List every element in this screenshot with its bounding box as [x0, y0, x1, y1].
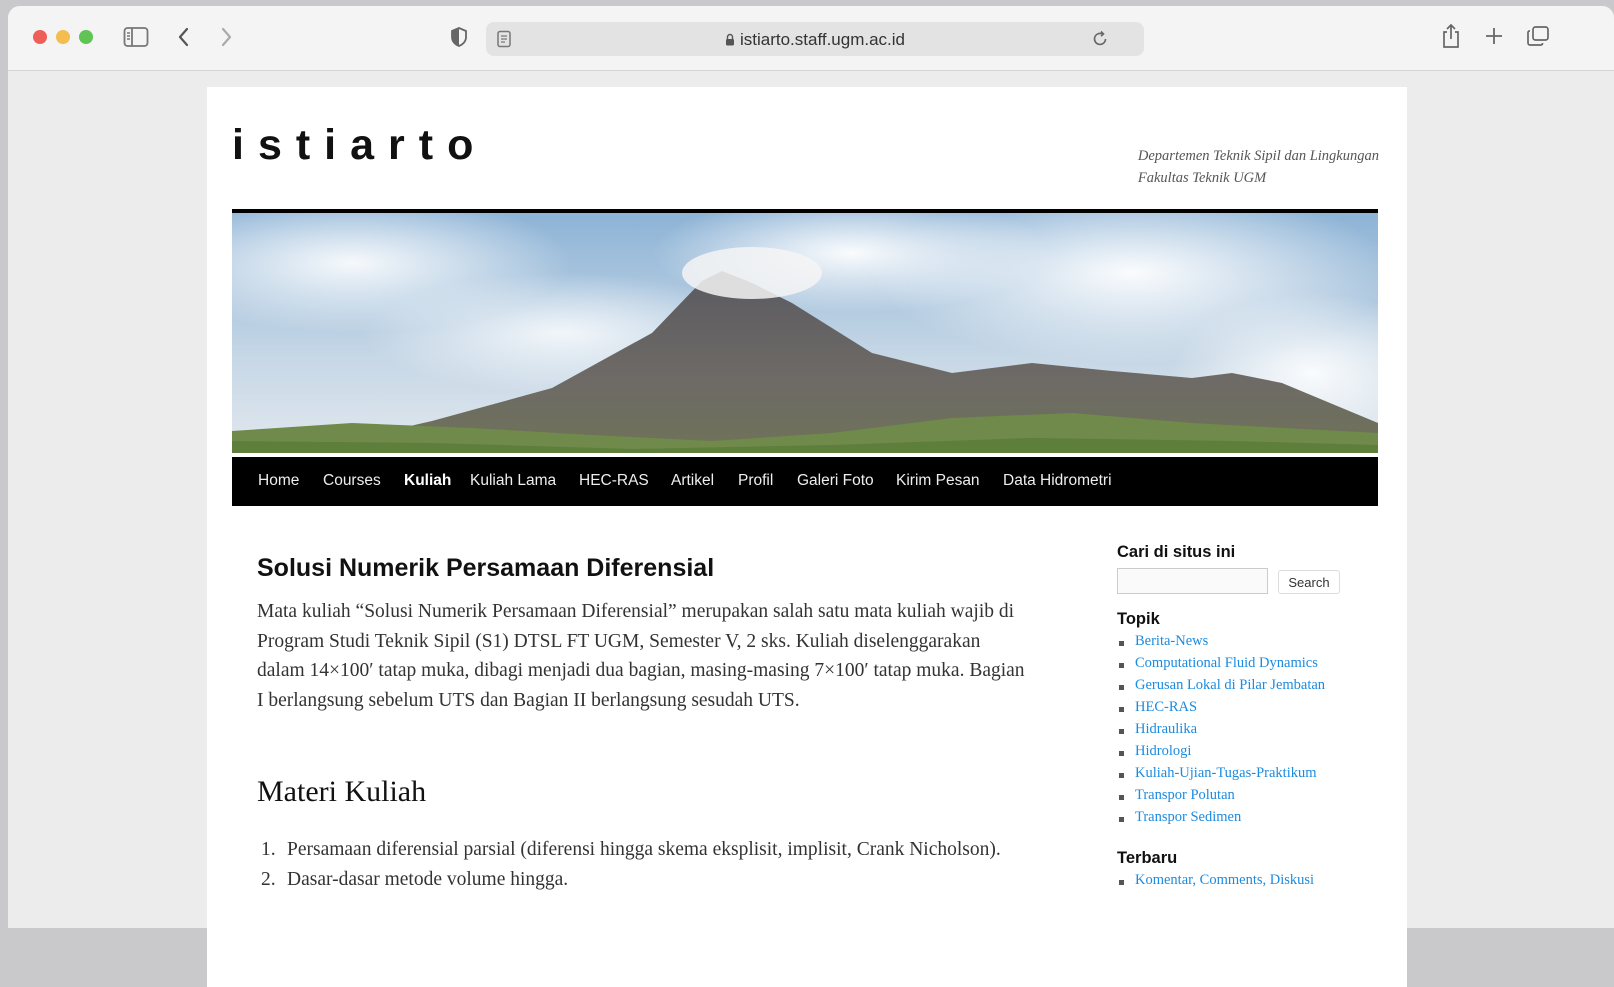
nav-artikel[interactable]: Artikel — [671, 472, 714, 490]
terbaru-list: Komentar, Comments, Diskusi — [1117, 872, 1377, 894]
sidebar: Cari di situs ini Search Topik Berita-Ne… — [1117, 543, 1377, 894]
back-icon[interactable] — [176, 26, 192, 53]
entry-paragraph: Mata kuliah “Solusi Numerik Persamaan Di… — [257, 601, 1025, 711]
nav-courses[interactable]: Courses — [323, 472, 381, 490]
topik-link[interactable]: Kuliah-Ujian-Tugas-Praktikum — [1117, 765, 1377, 787]
reload-icon[interactable] — [1091, 30, 1109, 53]
site-description-line1: Departemen Teknik Sipil dan Lingkungan — [1137, 148, 1379, 164]
list-item: 2. Dasar-dasar metode volume hingga. — [257, 865, 1017, 895]
mountain-image — [232, 213, 1378, 453]
forward-icon[interactable] — [218, 26, 234, 53]
lock-icon — [725, 31, 735, 51]
terbaru-widget-title: Terbaru — [1117, 849, 1178, 867]
url-text: istiarto.staff.ugm.ac.id — [739, 30, 906, 49]
topik-link[interactable]: HEC-RAS — [1117, 699, 1377, 721]
privacy-shield-icon[interactable] — [449, 26, 469, 53]
web-page: istiarto Departemen Teknik Sipil dan Lin… — [207, 87, 1407, 987]
section-heading: Materi Kuliah — [257, 775, 427, 808]
header-image — [232, 209, 1378, 457]
tab-overview-icon[interactable] — [1526, 25, 1550, 52]
terbaru-link[interactable]: Komentar, Comments, Diskusi — [1117, 872, 1377, 894]
nav-hec-ras[interactable]: HEC-RAS — [579, 472, 649, 490]
nav-home[interactable]: Home — [258, 472, 299, 490]
list-number: 1. — [261, 839, 276, 860]
address-bar[interactable]: istiarto.staff.ugm.ac.id — [486, 22, 1144, 56]
nav-galeri-foto[interactable]: Galeri Foto — [797, 472, 874, 490]
site-description: Departemen Teknik Sipil dan Lingkungan F… — [1138, 145, 1379, 189]
topik-list: Berita-News Computational Fluid Dynamics… — [1117, 633, 1377, 831]
topik-link[interactable]: Berita-News — [1117, 633, 1377, 655]
topik-link[interactable]: Computational Fluid Dynamics — [1117, 655, 1377, 677]
topik-link[interactable]: Hidraulika — [1117, 721, 1377, 743]
list-number: 2. — [261, 868, 276, 890]
site-description-line2: Fakultas Teknik UGM — [1137, 170, 1267, 186]
minimize-window-button[interactable] — [56, 30, 70, 44]
sidebar-toggle-icon[interactable] — [123, 26, 149, 53]
new-tab-icon[interactable] — [1484, 26, 1504, 51]
list-text: Dasar-dasar metode volume hingga. — [287, 868, 569, 890]
topik-link[interactable]: Transpor Sedimen — [1117, 809, 1377, 831]
search-form: Search — [1117, 568, 1377, 602]
main-navigation: Home Courses Kuliah Kuliah Lama HEC-RAS … — [232, 457, 1378, 506]
topik-link[interactable]: Hidrologi — [1117, 743, 1377, 765]
topik-link[interactable]: Transpor Polutan — [1117, 787, 1377, 809]
topik-widget-title: Topik — [1117, 610, 1160, 628]
close-window-button[interactable] — [33, 30, 47, 44]
search-button[interactable]: Search — [1278, 570, 1340, 594]
zoom-window-button[interactable] — [79, 30, 93, 44]
browser-toolbar: istiarto.staff.ugm.ac.id — [8, 6, 1614, 71]
nav-kuliah[interactable]: Kuliah — [404, 472, 451, 490]
nav-kuliah-lama[interactable]: Kuliah Lama — [470, 472, 556, 490]
nav-kirim-pesan[interactable]: Kirim Pesan — [896, 472, 980, 490]
entry-title: Solusi Numerik Persamaan Diferensial — [257, 554, 715, 582]
nav-data-hidrometri[interactable]: Data Hidrometri — [1003, 472, 1112, 490]
list-item: 1. Persamaan diferensial parsial (diferen… — [257, 835, 1017, 865]
list-text: Persamaan diferensial parsial (diferensi… — [287, 839, 1001, 860]
materi-list: 1. Persamaan diferensial parsial (diferen… — [257, 835, 1017, 894]
topik-link[interactable]: Gerusan Lokal di Pilar Jembatan — [1117, 677, 1377, 699]
nav-profil[interactable]: Profil — [738, 472, 773, 490]
url-display[interactable]: istiarto.staff.ugm.ac.id — [486, 30, 1144, 51]
search-input[interactable] — [1117, 568, 1268, 594]
share-icon[interactable] — [1440, 23, 1462, 54]
search-widget-title: Cari di situs ini — [1117, 543, 1236, 561]
site-title[interactable]: istiarto — [232, 121, 487, 170]
